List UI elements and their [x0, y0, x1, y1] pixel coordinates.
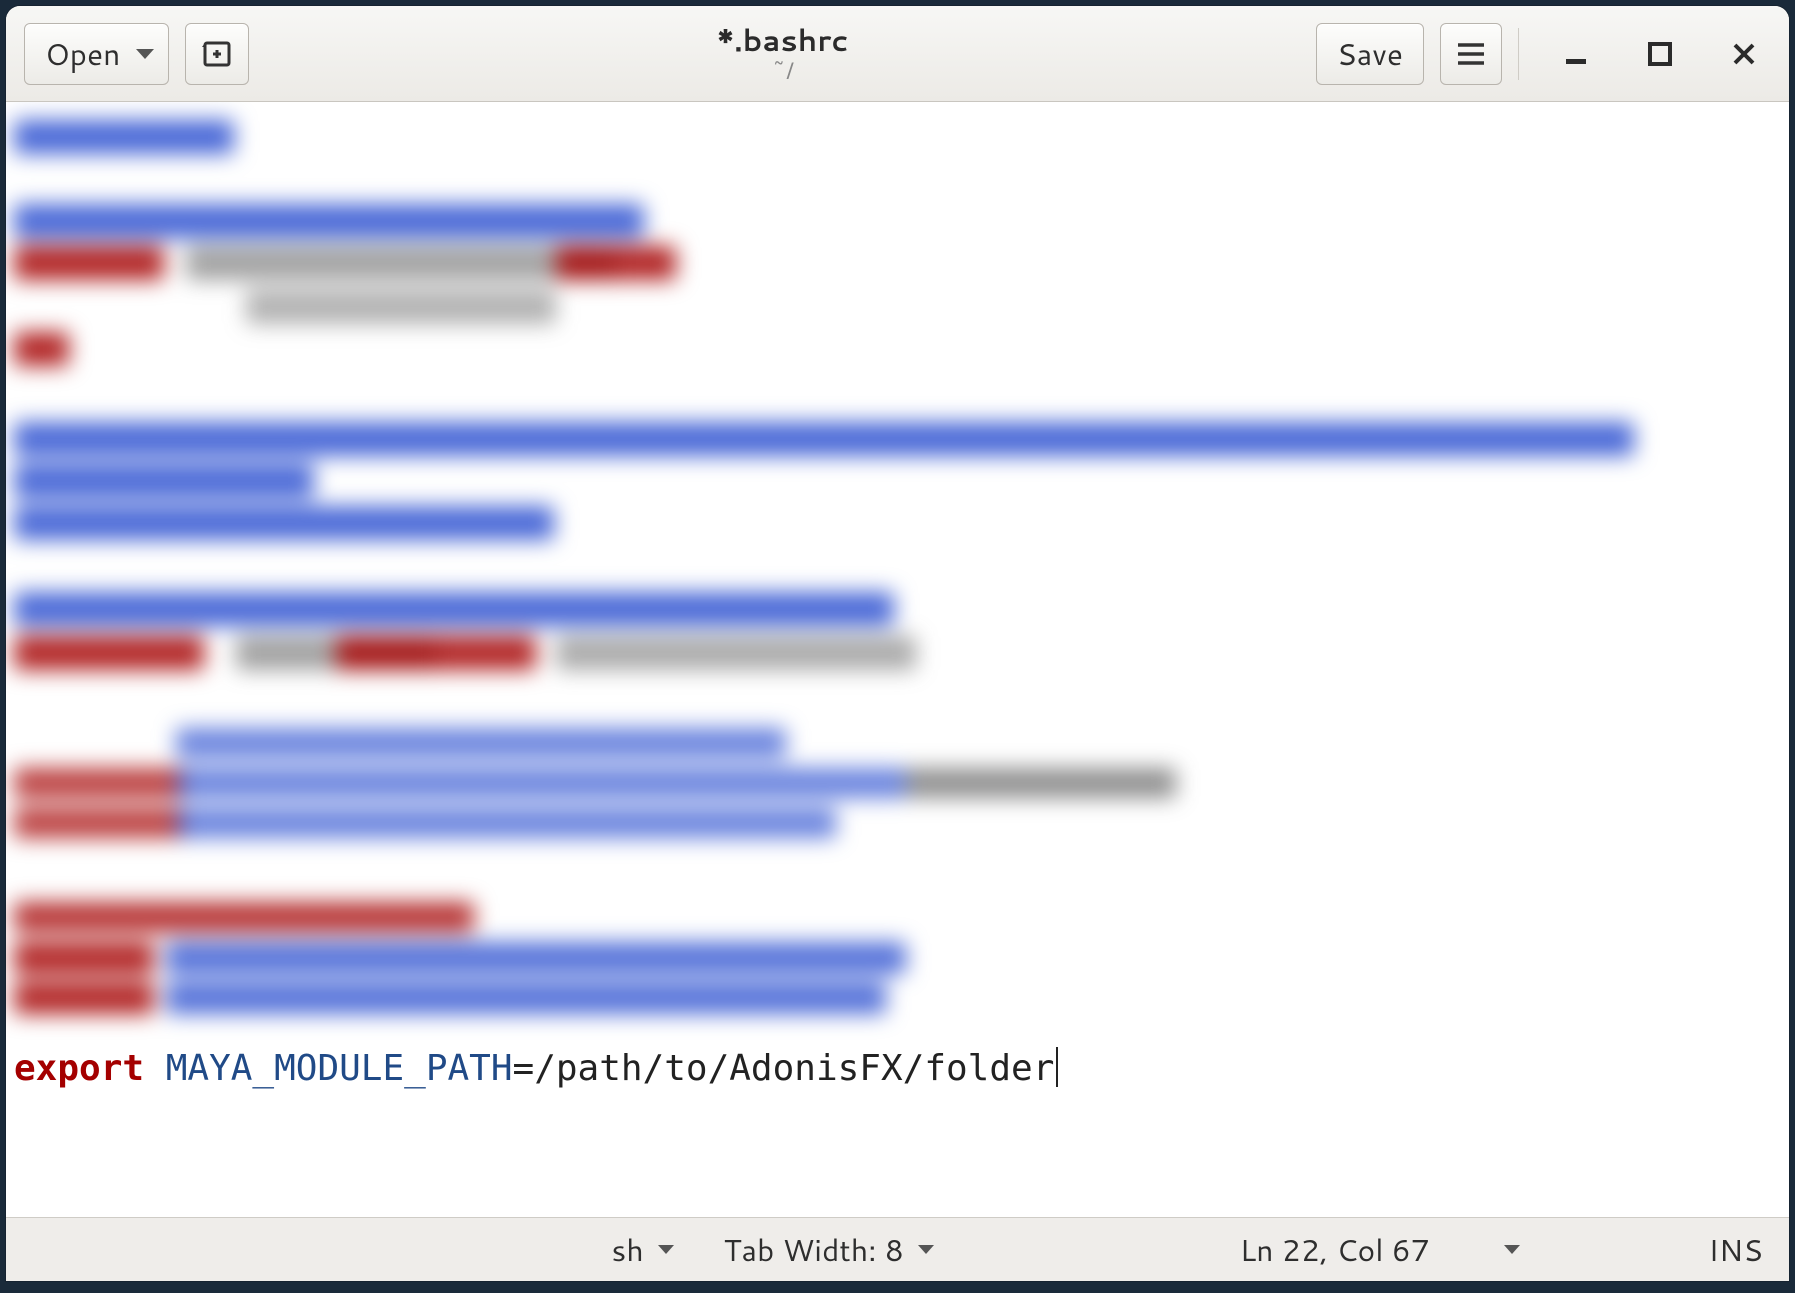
save-label: Save [1337, 32, 1403, 75]
insert-mode-indicator[interactable]: INS [1708, 1228, 1763, 1271]
env-var-value: =/path/to/AdonisFX/folder [513, 1048, 1055, 1089]
save-button[interactable]: Save [1316, 23, 1424, 85]
chevron-down-icon [918, 1245, 934, 1254]
chevron-down-icon [1504, 1245, 1520, 1254]
syntax-mode-selector[interactable]: sh [611, 1228, 673, 1271]
headerbar-right: Save [1316, 23, 1771, 85]
text-cursor [1056, 1047, 1058, 1087]
document-path: ~/ [771, 58, 794, 84]
cursor-position-selector[interactable]: Ln 22, Col 67 [1240, 1228, 1520, 1271]
insert-mode-label: INS [1708, 1228, 1763, 1271]
tab-width-selector[interactable]: Tab Width: 8 [724, 1228, 934, 1271]
keyword-export: export [14, 1048, 144, 1089]
maximize-icon [1647, 41, 1673, 67]
headerbar-left: Open [24, 23, 249, 85]
new-document-icon [200, 39, 234, 69]
close-button[interactable] [1717, 27, 1771, 81]
text-editor-area[interactable]: export MAYA_MODULE_PATH=/path/to/AdonisF… [6, 102, 1789, 1217]
editor-window: Open *.bashrc ~/ Save [6, 6, 1789, 1281]
headerbar: Open *.bashrc ~/ Save [6, 6, 1789, 102]
chevron-down-icon [658, 1245, 674, 1254]
chevron-down-icon [136, 49, 154, 59]
env-var-name: MAYA_MODULE_PATH [166, 1048, 513, 1089]
title-area: *.bashrc ~/ [265, 22, 1299, 84]
code-line: export MAYA_MODULE_PATH=/path/to/AdonisF… [14, 1047, 1058, 1089]
new-tab-button[interactable] [185, 23, 249, 85]
hamburger-icon [1456, 41, 1486, 67]
document-title: *.bashrc [717, 22, 849, 58]
window-controls [1549, 27, 1771, 81]
divider [1518, 28, 1519, 80]
minimize-button[interactable] [1549, 27, 1603, 81]
open-button[interactable]: Open [24, 23, 169, 85]
minimize-icon [1563, 41, 1589, 67]
open-label: Open [45, 32, 120, 75]
maximize-button[interactable] [1633, 27, 1687, 81]
close-icon [1731, 41, 1757, 67]
tab-width-label: Tab Width: 8 [724, 1228, 904, 1271]
hamburger-menu-button[interactable] [1440, 23, 1502, 85]
syntax-mode-label: sh [611, 1228, 643, 1271]
cursor-position-label: Ln 22, Col 67 [1240, 1228, 1430, 1271]
statusbar: sh Tab Width: 8 Ln 22, Col 67 INS [6, 1217, 1789, 1281]
